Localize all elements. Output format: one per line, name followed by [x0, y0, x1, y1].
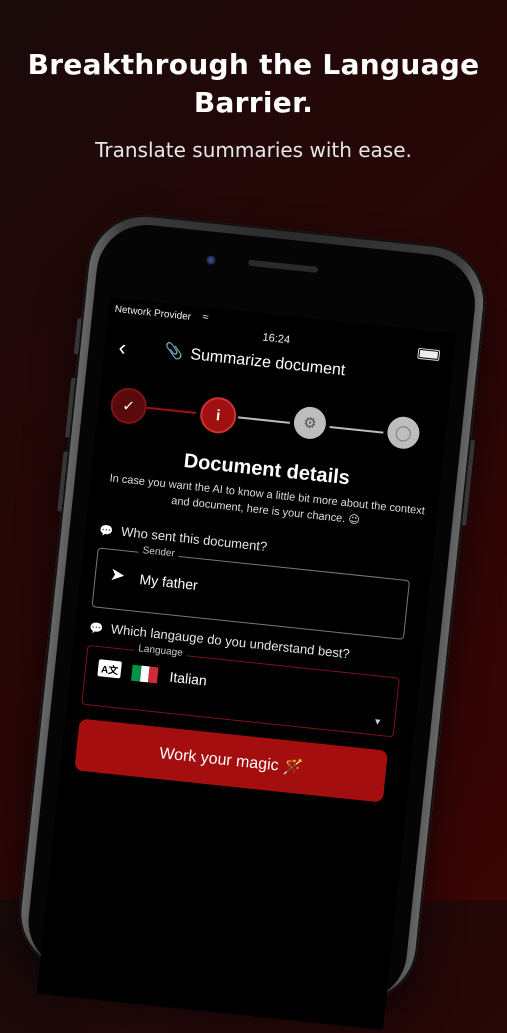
stepper-connector — [329, 426, 384, 434]
hero-title: Breakthrough the Language Barrier. — [27, 48, 480, 119]
send-icon: ➤ — [109, 563, 127, 586]
step-4-lightbulb-icon[interactable]: ◯ — [385, 415, 422, 451]
italy-flag-icon — [131, 664, 159, 684]
sender-question: 💬 Who sent this document? — [98, 522, 268, 554]
phone-frame: Network Provider ≈ 16:24 ‹ 📎 Summarize d… — [13, 209, 491, 1030]
chevron-down-icon[interactable]: ▼ — [373, 716, 383, 727]
phone-mockup: Network Provider ≈ 16:24 ‹ 📎 Summarize d… — [13, 209, 491, 1030]
speech-bubble-icon: 💬 — [98, 524, 114, 538]
app-screen: Network Provider ≈ 16:24 ‹ 📎 Summarize d… — [36, 297, 457, 1030]
sender-input[interactable]: My father — [139, 571, 199, 593]
speech-bubble-icon: 💬 — [88, 622, 104, 636]
step-1-check-icon[interactable]: ✓ — [108, 386, 149, 426]
battery-icon — [417, 347, 441, 362]
sender-label: Sender — [138, 544, 180, 560]
hero-subtitle: Translate summaries with ease. — [95, 138, 412, 162]
stepper-connector — [146, 406, 197, 414]
language-value: Italian — [168, 668, 208, 689]
translate-icon: A文 — [97, 659, 123, 679]
chevron-left-icon[interactable]: ‹ — [117, 335, 128, 362]
wifi-icon: ≈ — [201, 311, 210, 324]
step-3-gears-icon[interactable]: ⚙ — [292, 405, 328, 441]
page-title: Summarize document — [189, 346, 347, 380]
language-label: Language — [133, 642, 188, 660]
stepper-connector — [238, 416, 290, 424]
network-provider: Network Provider — [114, 303, 192, 323]
step-2-info-icon[interactable]: i — [198, 395, 239, 436]
document-icon: 📎 — [163, 342, 185, 362]
